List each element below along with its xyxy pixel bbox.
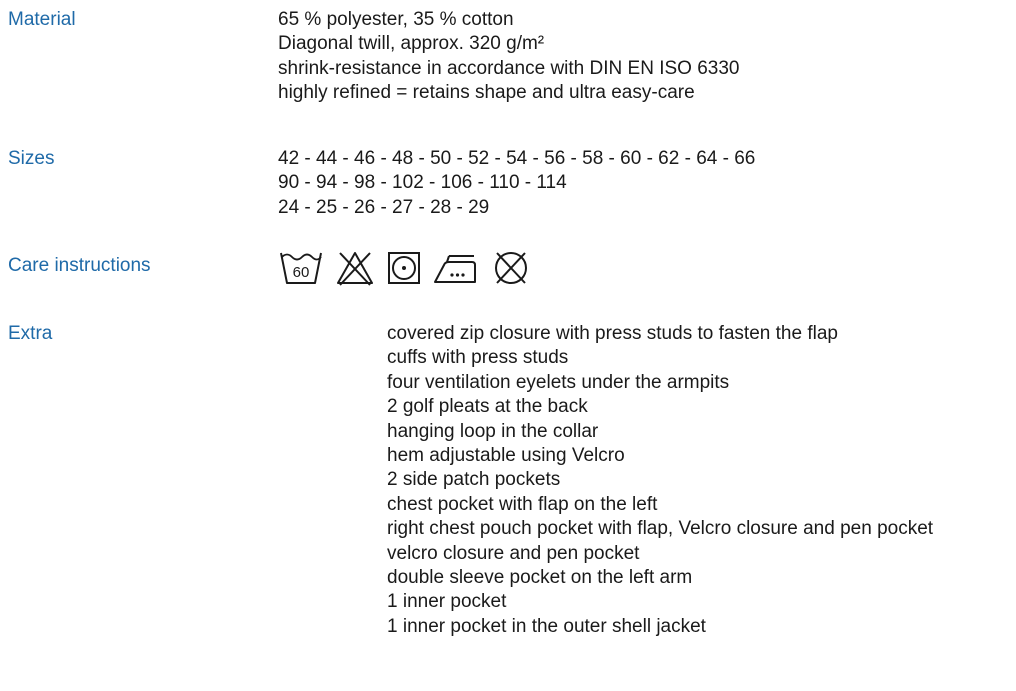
wash-60-icon: 60 <box>278 248 324 288</box>
extra-line: hem adjustable using Velcro <box>387 445 625 467</box>
tumble-dry-icon <box>386 248 422 288</box>
wash-temp-label: 60 <box>293 264 310 281</box>
extra-label: Extra <box>8 323 53 344</box>
extra-line: right chest pouch pocket with flap, Velc… <box>387 518 934 540</box>
care-icons: 60 <box>278 248 532 288</box>
extra-line: 1 inner pocket in the outer shell jacket <box>387 615 706 637</box>
sizes-line: 42 - 44 - 46 - 48 - 50 - 52 - 54 - 56 - … <box>278 148 756 169</box>
extra-line: hanging loop in the collar <box>387 420 599 442</box>
material-line: Diagonal twill, approx. 320 g/m² <box>278 33 545 55</box>
iron-medium-icon <box>432 248 480 288</box>
do-not-bleach-icon <box>334 248 376 288</box>
care-instructions-label: Care instructions <box>8 255 151 276</box>
material-line: highly refined = retains shape and ultra… <box>278 82 695 104</box>
extra-line: 2 golf pleats at the back <box>387 396 588 418</box>
extra-line: covered zip closure with press studs to … <box>387 323 838 344</box>
extra-line: chest pocket with flap on the left <box>387 493 658 515</box>
extra-details: covered zip closure with press studs to … <box>387 322 933 639</box>
extra-line: 2 side patch pockets <box>387 469 561 491</box>
extra-line: 1 inner pocket <box>387 591 507 613</box>
extra-line: four ventilation eyelets under the armpi… <box>387 371 730 393</box>
extra-line: velcro closure and pen pocket <box>387 542 640 564</box>
extra-line: double sleeve pocket on the left arm <box>387 567 693 589</box>
sizes-details: 42 - 44 - 46 - 48 - 50 - 52 - 54 - 56 - … <box>278 147 755 220</box>
material-label: Material <box>8 9 76 30</box>
sizes-line: 24 - 25 - 26 - 27 - 28 - 29 <box>278 196 490 218</box>
material-line: shrink-resistance in accordance with DIN… <box>278 57 740 79</box>
sizes-label: Sizes <box>8 148 55 169</box>
material-details: 65 % polyester, 35 % cotton Diagonal twi… <box>278 8 739 106</box>
sizes-line: 90 - 94 - 98 - 102 - 106 - 110 - 114 <box>278 172 567 194</box>
do-not-dry-clean-icon <box>490 248 532 288</box>
extra-line: cuffs with press studs <box>387 347 569 369</box>
material-line: 65 % polyester, 35 % cotton <box>278 9 514 30</box>
